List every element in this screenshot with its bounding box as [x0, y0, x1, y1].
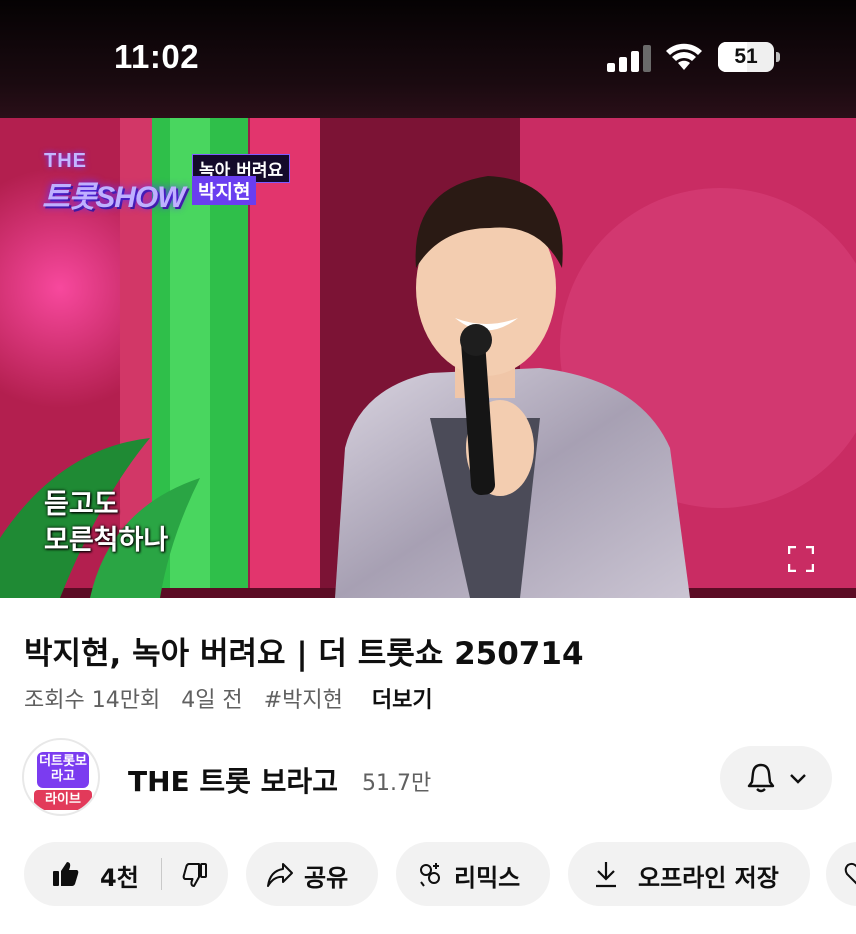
- show-logo-the: THE: [44, 150, 87, 172]
- lyric-line-1: 듣고도: [44, 489, 119, 520]
- channel-row: 더트롯보라고 라이브 THE 트롯 보라고 51.7만: [0, 738, 856, 820]
- notification-settings-button[interactable]: [720, 746, 832, 810]
- share-label: 공유: [304, 864, 349, 892]
- status-bar: 11:02 51: [0, 0, 856, 118]
- chevron-down-icon: [790, 774, 806, 784]
- like-dislike-button[interactable]: 4천: [24, 842, 228, 906]
- video-player[interactable]: THE 트롯SHOW 녹아 버려요 박지현 듣고도 모른척하나: [0, 118, 856, 598]
- status-time: 11:02: [114, 38, 200, 75]
- video-title[interactable]: 박지현, 녹아 버려요 | 더 트롯쇼 250714: [24, 628, 584, 673]
- more-button[interactable]: 더보기: [372, 688, 433, 713]
- offline-save-label: 오프라인 저장: [638, 864, 779, 892]
- channel-name[interactable]: THE 트롯 보라고: [128, 760, 338, 800]
- bell-icon: [747, 763, 775, 793]
- show-logo: 트롯SHOW: [42, 181, 186, 214]
- hashtag-link[interactable]: #박지현: [264, 688, 343, 713]
- more-actions-button[interactable]: [826, 842, 856, 906]
- upload-age: 4일 전: [181, 688, 243, 713]
- battery-icon: 51: [718, 42, 780, 72]
- lyric-line-2: 모른척하나: [44, 525, 169, 556]
- heart-icon: [844, 862, 856, 885]
- video-meta[interactable]: 조회수 14만회 4일 전 #박지현 더보기: [24, 682, 447, 714]
- remix-label: 리믹스: [454, 864, 521, 892]
- singer-caption: 박지현: [192, 176, 257, 205]
- offline-save-button[interactable]: 오프라인 저장: [568, 842, 810, 906]
- battery-level: 51: [734, 45, 758, 68]
- share-icon: [267, 863, 293, 887]
- like-count: 4천: [100, 864, 139, 892]
- avatar-logo-text: 더트롯보라고: [37, 752, 89, 788]
- remix-button[interactable]: 리믹스: [396, 842, 550, 906]
- avatar-live-text: 라이브: [34, 790, 92, 810]
- like-divider: [161, 858, 162, 890]
- action-bar: 4천 공유 리믹스 오프라인 저장: [0, 842, 856, 908]
- download-icon: [596, 862, 616, 888]
- cellular-signal-icon: [607, 45, 651, 72]
- thumbs-up-icon[interactable]: [52, 860, 80, 888]
- thumbs-down-icon[interactable]: [182, 862, 208, 888]
- remix-icon: [420, 863, 440, 887]
- share-button[interactable]: 공유: [246, 842, 378, 906]
- subscriber-count: 51.7만: [362, 771, 432, 796]
- channel-avatar[interactable]: 더트롯보라고 라이브: [22, 738, 100, 816]
- fullscreen-icon[interactable]: [788, 546, 814, 572]
- view-count: 조회수 14만회: [24, 688, 161, 713]
- wifi-icon: [666, 43, 702, 70]
